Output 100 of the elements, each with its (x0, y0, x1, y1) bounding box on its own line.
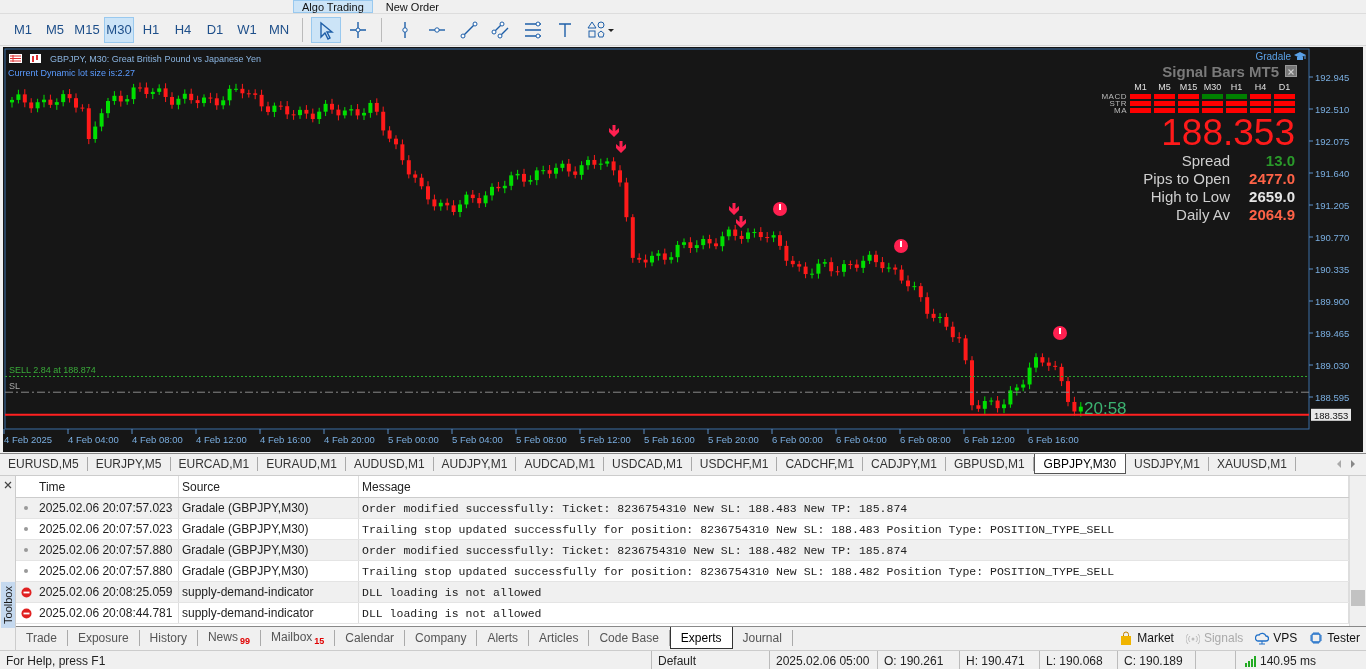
time-axis-label: 5 Feb 04:00 (452, 434, 503, 445)
stat-label: Daily Av (1175, 206, 1230, 224)
stat-value: 2064.9 (1248, 206, 1295, 224)
sell-line-label: SELL 2.84 at 188.874 (9, 365, 96, 376)
price-axis-label: 189.465 (1315, 328, 1350, 339)
toolbox-label[interactable]: Toolbox (0, 582, 15, 628)
symbol-tab[interactable]: EURCAD,M1 (170, 457, 259, 471)
timeframe-button[interactable]: M1 (8, 16, 38, 43)
symbol-tab[interactable]: GBPUSD,M1 (945, 457, 1034, 471)
timeframe-button[interactable]: M15 (72, 16, 102, 43)
service-button[interactable]: Tester (1303, 627, 1366, 649)
symbol-tab[interactable]: USDJPY,M1 (1126, 457, 1209, 471)
time-axis-label: 4 Feb 08:00 (132, 434, 183, 445)
service-button[interactable]: Market (1113, 627, 1180, 649)
panel-tab[interactable]: Articles (529, 630, 590, 646)
panel-tab[interactable]: News $_{99}$ (197, 630, 261, 646)
timeframe-button[interactable]: M5 (40, 16, 70, 43)
table-cell: supply-demand-indicator (179, 582, 359, 602)
price-axis-label: 191.640 (1315, 168, 1350, 179)
stat-label: High to Low (1149, 188, 1230, 206)
panel-tab[interactable]: Experts (669, 627, 733, 649)
symbol-tab[interactable]: AUDJPY,M1 (433, 457, 517, 471)
price-axis-label: 190.770 (1315, 232, 1350, 243)
symbol-tab[interactable]: EURAUD,M1 (258, 457, 346, 471)
timeframe-button[interactable]: W1 (232, 16, 262, 43)
table-cell: 2025.02.06 20:08:25.059 (36, 582, 179, 602)
stat-value: 2659.0 (1248, 188, 1295, 206)
time-axis-label: 4 Feb 16:00 (260, 434, 311, 445)
time-axis-label: 4 Feb 2025 (4, 434, 53, 445)
toolbar-button[interactable]: New Order (376, 0, 448, 13)
time-axis-label: 6 Feb 16:00 (1028, 434, 1079, 445)
price-axis-label: 190.335 (1315, 264, 1350, 275)
time-axis-label: 6 Feb 08:00 (900, 434, 951, 445)
table-cell: Gradale (GBPJPY,M30) (179, 540, 359, 560)
time-axis-label: 5 Feb 00:00 (388, 434, 439, 445)
panel-tab[interactable]: History (139, 630, 198, 646)
table-cell: Gradale (GBPJPY,M30) (179, 561, 359, 581)
stop-loss-label: SL (9, 381, 20, 392)
price-axis-label: 191.205 (1315, 200, 1350, 211)
table-cell: 2025.02.06 20:07:57.880 (36, 561, 179, 581)
symbol-tab[interactable]: EURUSD,M5 (0, 457, 88, 471)
time-axis-label: 5 Feb 20:00 (708, 434, 759, 445)
stat-label: Spread (1180, 152, 1230, 170)
ping-text: 140.95 ms (1260, 654, 1317, 668)
brand-link[interactable]: Gradale (1255, 50, 1291, 62)
symbol-tab[interactable]: AUDUSD,M1 (345, 457, 434, 471)
panel-tab[interactable]: Company (405, 630, 478, 646)
timeframe-button[interactable]: MN (264, 16, 294, 43)
stat-value: 2477.0 (1248, 170, 1295, 188)
symbol-tab[interactable]: XAUUSD,M1 (1208, 457, 1296, 471)
timeframe-button[interactable]: H1 (136, 16, 166, 43)
timeframe-button[interactable]: M30 (104, 16, 134, 43)
close-price: C: 190.189 (1118, 651, 1196, 669)
timeframe-button[interactable]: H4 (168, 16, 198, 43)
open-price: O: 190.261 (878, 651, 960, 669)
timeframe-button[interactable]: D1 (200, 16, 230, 43)
table-cell: Gradale (GBPJPY,M30) (179, 498, 359, 518)
panel-tab[interactable]: Journal (732, 630, 793, 646)
symbol-tab[interactable]: CADJPY,M1 (863, 457, 946, 471)
indicator-label: MACD (1100, 93, 1127, 100)
symbol-tab[interactable]: USDCAD,M1 (604, 457, 692, 471)
time-axis-label: 5 Feb 08:00 (516, 434, 567, 445)
symbol-tab[interactable]: EURJPY,M5 (87, 457, 171, 471)
price-axis-label: 192.075 (1315, 136, 1350, 147)
toolbar-button[interactable]: Algo Trading (293, 0, 373, 13)
column-header[interactable]: Time (36, 476, 179, 497)
table-cell: 2025.02.06 20:07:57.880 (36, 540, 179, 560)
timeframe-label: H4 (1253, 82, 1268, 93)
timeframe-label: M30 (1202, 82, 1223, 93)
bar-time: 2025.02.06 05:00 (770, 651, 878, 669)
panel-tab[interactable]: Alerts (477, 630, 530, 646)
timeframe-label: D1 (1277, 82, 1292, 93)
indicator-label: STR (1108, 100, 1127, 107)
high-price: H: 190.471 (960, 651, 1040, 669)
symbol-tab[interactable]: CADCHF,M1 (777, 457, 864, 471)
panel-tab[interactable]: Calendar (335, 630, 406, 646)
profile-name: Default (652, 651, 770, 669)
timeframe-label: M15 (1178, 82, 1199, 93)
bid-price: 188.353 (1160, 114, 1295, 152)
lot-size-text: Current Dynamic lot size is:2.27 (8, 68, 136, 78)
symbol-tab[interactable]: USDCHF,M1 (691, 457, 778, 471)
panel-tab[interactable]: Mailbox $_{15}$ (261, 630, 336, 646)
timeframe-label: M1 (1133, 82, 1148, 93)
table-cell: Gradale (GBPJPY,M30) (179, 519, 359, 539)
symbol-tab[interactable]: AUDCAD,M1 (516, 457, 605, 471)
time-axis-label: 4 Feb 04:00 (68, 434, 119, 445)
service-button[interactable]: VPS (1249, 627, 1304, 649)
symbol-tab[interactable]: GBPJPY,M30 (1033, 454, 1127, 474)
low-price: L: 190.068 (1040, 651, 1118, 669)
table-cell: 2025.02.06 20:07:57.023 (36, 498, 179, 518)
table-cell: supply-demand-indicator (179, 603, 359, 623)
stat-value: 13.0 (1264, 152, 1295, 170)
time-axis-label: 6 Feb 00:00 (772, 434, 823, 445)
panel-tab[interactable]: Exposure (67, 630, 140, 646)
panel-tab[interactable]: Code Base (589, 630, 670, 646)
panel-tab[interactable]: Trade (16, 630, 68, 646)
timeframe-label: M5 (1157, 82, 1172, 93)
timeframe-label: H1 (1229, 82, 1244, 93)
price-axis-label: 188.595 (1315, 392, 1350, 403)
column-header[interactable]: Source (179, 476, 359, 497)
